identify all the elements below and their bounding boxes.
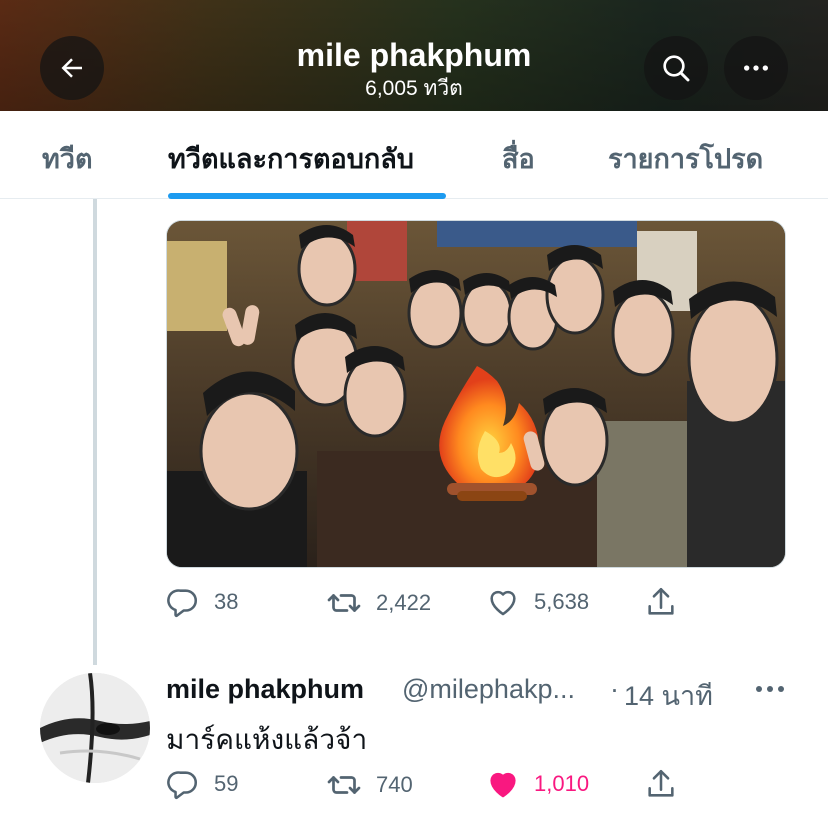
like-button[interactable]: 5,638 [486, 585, 589, 619]
like-count: 5,638 [534, 589, 590, 614]
separator-dot: · [610, 674, 619, 704]
like-count: 1,010 [534, 771, 590, 796]
retweet-count: 2,422 [376, 590, 432, 615]
tweet-actions: 59 740 1,010 [166, 767, 706, 807]
tab-tweets[interactable]: ทวีต [42, 137, 93, 180]
more-horizontal-icon [754, 681, 786, 699]
retweet-icon [326, 585, 362, 621]
reply-count: 59 [214, 771, 239, 796]
retweet-icon [326, 767, 362, 803]
reply-button[interactable]: 38 [166, 585, 238, 619]
retweet-count: 740 [376, 772, 413, 797]
more-button[interactable] [724, 36, 788, 100]
tab-media[interactable]: สื่อ [502, 137, 535, 180]
profile-tabs: ทวีต ทวีตและการตอบกลับ สื่อ รายการโปรด [0, 111, 828, 199]
heart-icon [486, 585, 520, 619]
reply-icon [166, 767, 200, 801]
more-horizontal-icon [740, 52, 772, 84]
retweet-button[interactable]: 2,422 [326, 585, 431, 621]
tab-tweets-and-replies[interactable]: ทวีตและการตอบกลับ [168, 137, 414, 180]
thread-connector-line [93, 199, 97, 665]
search-icon [660, 52, 692, 84]
tweet-timestamp[interactable]: 14 นาที [624, 674, 713, 717]
share-button[interactable] [644, 767, 678, 801]
reply-icon [166, 585, 200, 619]
retweet-button[interactable]: 740 [326, 767, 413, 803]
heart-filled-icon [486, 767, 520, 801]
tweet-more-button[interactable] [752, 676, 788, 704]
tab-likes[interactable]: รายการโปรด [608, 137, 763, 180]
like-button[interactable]: 1,010 [486, 767, 589, 801]
reply-count: 38 [214, 589, 239, 614]
active-tab-indicator [168, 193, 446, 199]
reply-button[interactable]: 59 [166, 767, 238, 801]
avatar[interactable] [40, 673, 150, 783]
search-button[interactable] [644, 36, 708, 100]
tweet-text: มาร์คแห้งแล้วจ้า [166, 724, 368, 755]
author-handle[interactable]: @milephakp... [402, 674, 575, 705]
share-icon [644, 585, 678, 619]
share-icon [644, 767, 678, 801]
tweet-actions: 38 2,422 5,638 [166, 585, 706, 625]
author-name[interactable]: mile phakphum [166, 674, 364, 705]
share-button[interactable] [644, 585, 678, 619]
profile-header: mile phakphum 6,005 ทวีต [0, 0, 828, 111]
tweet-photo[interactable] [166, 220, 786, 568]
